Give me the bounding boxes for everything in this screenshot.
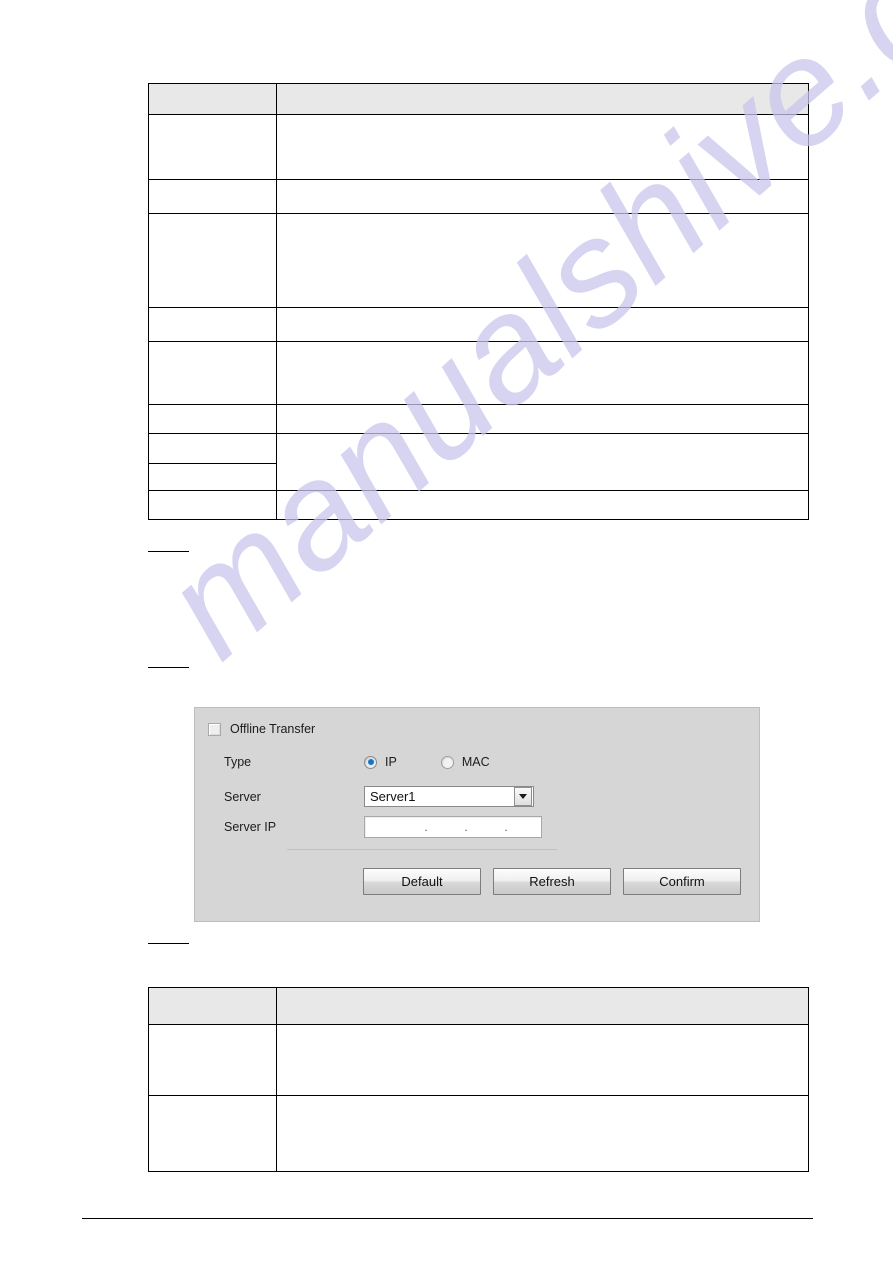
server-ip-label: Server IP bbox=[224, 820, 277, 834]
table-cell-parameter bbox=[148, 404, 277, 434]
parameter-table-top bbox=[148, 83, 809, 520]
table-cell-parameter bbox=[148, 179, 277, 214]
table-row bbox=[148, 404, 809, 434]
table-cell-description bbox=[276, 490, 809, 520]
table-cell-parameter bbox=[148, 114, 277, 180]
table-row bbox=[148, 433, 809, 491]
table-top-header bbox=[148, 83, 809, 115]
ip-separator: . bbox=[504, 820, 508, 834]
table-header-cell-description bbox=[276, 987, 809, 1025]
table-header-cell-parameter bbox=[148, 83, 277, 115]
table-cell-description bbox=[276, 341, 809, 405]
table-cell-parameter bbox=[148, 463, 277, 491]
document-page: manualshive.com Offline Transfer Type IP… bbox=[0, 0, 893, 1263]
table-row bbox=[148, 213, 809, 308]
type-radio-mac[interactable]: MAC bbox=[440, 755, 490, 769]
table-cell-parameter bbox=[148, 1024, 277, 1096]
ip-separator: . bbox=[464, 820, 468, 834]
table-cell-parameter bbox=[148, 213, 277, 308]
footer-rule bbox=[82, 1218, 813, 1219]
offline-transfer-checkbox[interactable] bbox=[208, 722, 221, 736]
server-select[interactable]: Server1 bbox=[364, 786, 534, 807]
table-row bbox=[148, 179, 809, 214]
default-button[interactable]: Default bbox=[363, 868, 481, 895]
table-header-cell-parameter bbox=[148, 987, 277, 1025]
type-radio-ip[interactable]: IP bbox=[364, 755, 397, 769]
table-header-row bbox=[148, 83, 809, 115]
table-cell-description bbox=[276, 213, 809, 308]
server-field-row: Server Server1 bbox=[224, 786, 744, 807]
offline-transfer-panel: Offline Transfer Type IP MAC Server Serv… bbox=[194, 707, 760, 922]
offline-transfer-checkbox-row[interactable]: Offline Transfer bbox=[208, 722, 315, 736]
caption-rule-figure bbox=[148, 667, 189, 668]
server-select-value: Server1 bbox=[370, 789, 416, 804]
parameter-table-bottom bbox=[148, 987, 809, 1172]
radio-mac-label: MAC bbox=[461, 755, 490, 769]
table-bottom-header bbox=[148, 987, 809, 1025]
table-cell-parameter bbox=[148, 341, 277, 405]
table-row bbox=[148, 114, 809, 180]
server-ip-field-row: Server IP . . . bbox=[224, 816, 744, 838]
dialog-button-bar: Default Refresh Confirm bbox=[363, 868, 741, 895]
radio-ip-label: IP bbox=[385, 755, 397, 769]
table-row bbox=[148, 307, 809, 342]
table-cell-description bbox=[276, 179, 809, 214]
table-row bbox=[148, 490, 809, 520]
table-cell-parameter bbox=[148, 1095, 277, 1172]
table-cell-parameter bbox=[148, 307, 277, 342]
caption-rule-table-bottom bbox=[148, 943, 189, 944]
table-row bbox=[148, 1024, 809, 1096]
dialog-divider bbox=[287, 849, 557, 850]
table-cell-description bbox=[276, 1095, 809, 1172]
offline-transfer-label: Offline Transfer bbox=[230, 722, 316, 736]
table-header-row bbox=[148, 987, 809, 1025]
table-top-body bbox=[148, 114, 809, 520]
table-header-cell-description bbox=[276, 83, 809, 115]
table-bottom-body bbox=[148, 1024, 809, 1172]
confirm-button[interactable]: Confirm bbox=[623, 868, 741, 895]
refresh-button[interactable]: Refresh bbox=[493, 868, 611, 895]
table-cell-description bbox=[276, 114, 809, 180]
type-field-row: Type IP MAC bbox=[224, 755, 744, 769]
type-label: Type bbox=[224, 755, 252, 769]
table-cell-parameter bbox=[148, 490, 277, 520]
table-cell-parameter bbox=[148, 433, 277, 464]
table-cell-description bbox=[276, 404, 809, 434]
type-radio-group[interactable]: IP MAC bbox=[364, 755, 534, 769]
table-row bbox=[148, 341, 809, 405]
arrow-down-glyph bbox=[519, 794, 527, 799]
server-ip-input[interactable]: . . . bbox=[364, 816, 542, 838]
ip-separator: . bbox=[424, 820, 428, 834]
chevron-down-icon[interactable] bbox=[514, 787, 532, 806]
caption-rule-table-top bbox=[148, 551, 189, 552]
table-row bbox=[148, 1095, 809, 1172]
table-cell-description bbox=[276, 307, 809, 342]
radio-ip-indicator[interactable] bbox=[364, 755, 377, 769]
table-cell-description bbox=[276, 1024, 809, 1096]
radio-mac-indicator[interactable] bbox=[440, 755, 454, 769]
server-label: Server bbox=[224, 789, 261, 804]
table-cell-description-merged bbox=[276, 433, 809, 491]
